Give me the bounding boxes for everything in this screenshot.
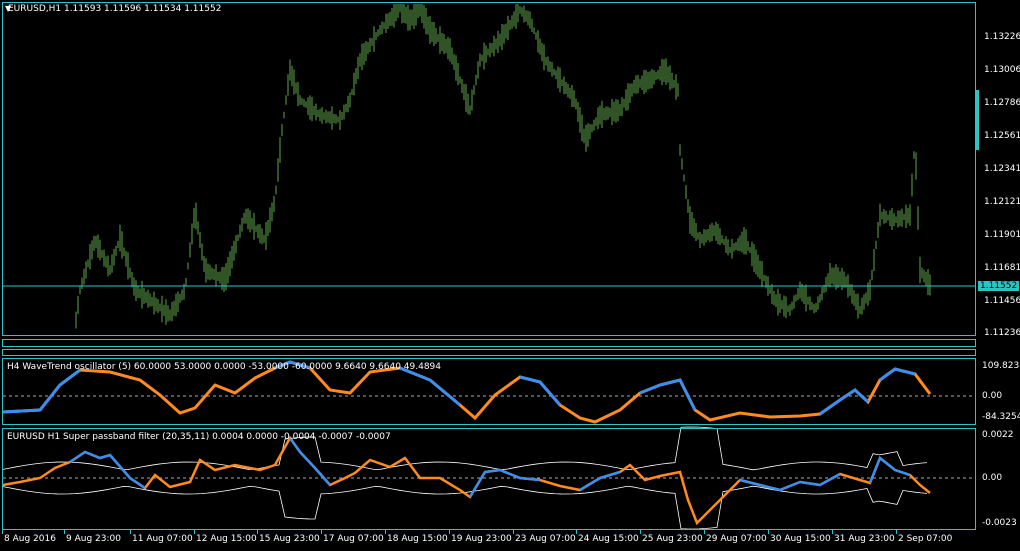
time-label: 12 Aug 15:00 [196, 534, 257, 544]
current-price-tag: 1.11552 [978, 281, 1020, 291]
empty-indicator-pane-1[interactable] [2, 339, 976, 347]
empty-indicator-pane-2[interactable] [2, 349, 976, 356]
price-label: 1.12121 [984, 197, 1020, 207]
passband-label: 0.00 [982, 473, 1003, 483]
time-label: 2 Sep 07:00 [898, 534, 953, 544]
time-label: 24 Aug 15:00 [578, 534, 639, 544]
time-tick [576, 530, 577, 534]
time-tick [896, 530, 897, 534]
time-tick [513, 530, 514, 534]
time-tick [130, 530, 131, 534]
price-label: 1.12561 [984, 131, 1020, 141]
price-label: 1.11901 [984, 230, 1020, 240]
scroll-indicator[interactable] [976, 90, 979, 150]
price-label: 1.11681 [984, 263, 1020, 273]
time-tick [449, 530, 450, 534]
time-label: 9 Aug 23:00 [66, 534, 121, 544]
time-tick [321, 530, 322, 534]
price-label: 1.13226 [984, 32, 1020, 42]
price-label: 1.11456 [984, 296, 1020, 306]
time-tick [64, 530, 65, 534]
passband-pane[interactable] [2, 428, 976, 530]
wavetrend-label: -84.3254 [982, 412, 1020, 422]
price-label: 1.11236 [984, 328, 1020, 338]
time-label: 15 Aug 23:00 [259, 534, 320, 544]
time-tick [2, 530, 3, 534]
time-label: 18 Aug 15:00 [387, 534, 448, 544]
time-label: 30 Aug 15:00 [770, 534, 831, 544]
time-label: 31 Aug 23:00 [834, 534, 895, 544]
time-tick [768, 530, 769, 534]
time-tick [704, 530, 705, 534]
wavetrend-title: H4 WaveTrend oscillator (5) 60.0000 53.0… [7, 362, 441, 372]
time-tick [257, 530, 258, 534]
passband-label: -0.0023 [982, 518, 1017, 528]
time-label: 23 Aug 07:00 [515, 534, 576, 544]
time-label: 17 Aug 07:00 [323, 534, 384, 544]
time-label: 25 Aug 23:00 [642, 534, 703, 544]
price-label: 1.12786 [984, 98, 1020, 108]
time-label: 11 Aug 07:00 [132, 534, 193, 544]
time-tick [194, 530, 195, 534]
price-label: 1.12341 [984, 164, 1020, 174]
time-label: 19 Aug 23:00 [451, 534, 512, 544]
time-tick [385, 530, 386, 534]
passband-title: EURUSD H1 Super passband filter (20,35,1… [7, 432, 391, 442]
wavetrend-label: 0.00 [982, 391, 1003, 401]
time-label: 8 Aug 2016 [4, 534, 56, 544]
time-tick [640, 530, 641, 534]
wavetrend-label: 109.8231 [982, 361, 1020, 371]
time-label: 29 Aug 07:00 [706, 534, 767, 544]
passband-label: 0.0022 [982, 430, 1014, 440]
time-tick [832, 530, 833, 534]
price-label: 1.13006 [984, 65, 1020, 75]
